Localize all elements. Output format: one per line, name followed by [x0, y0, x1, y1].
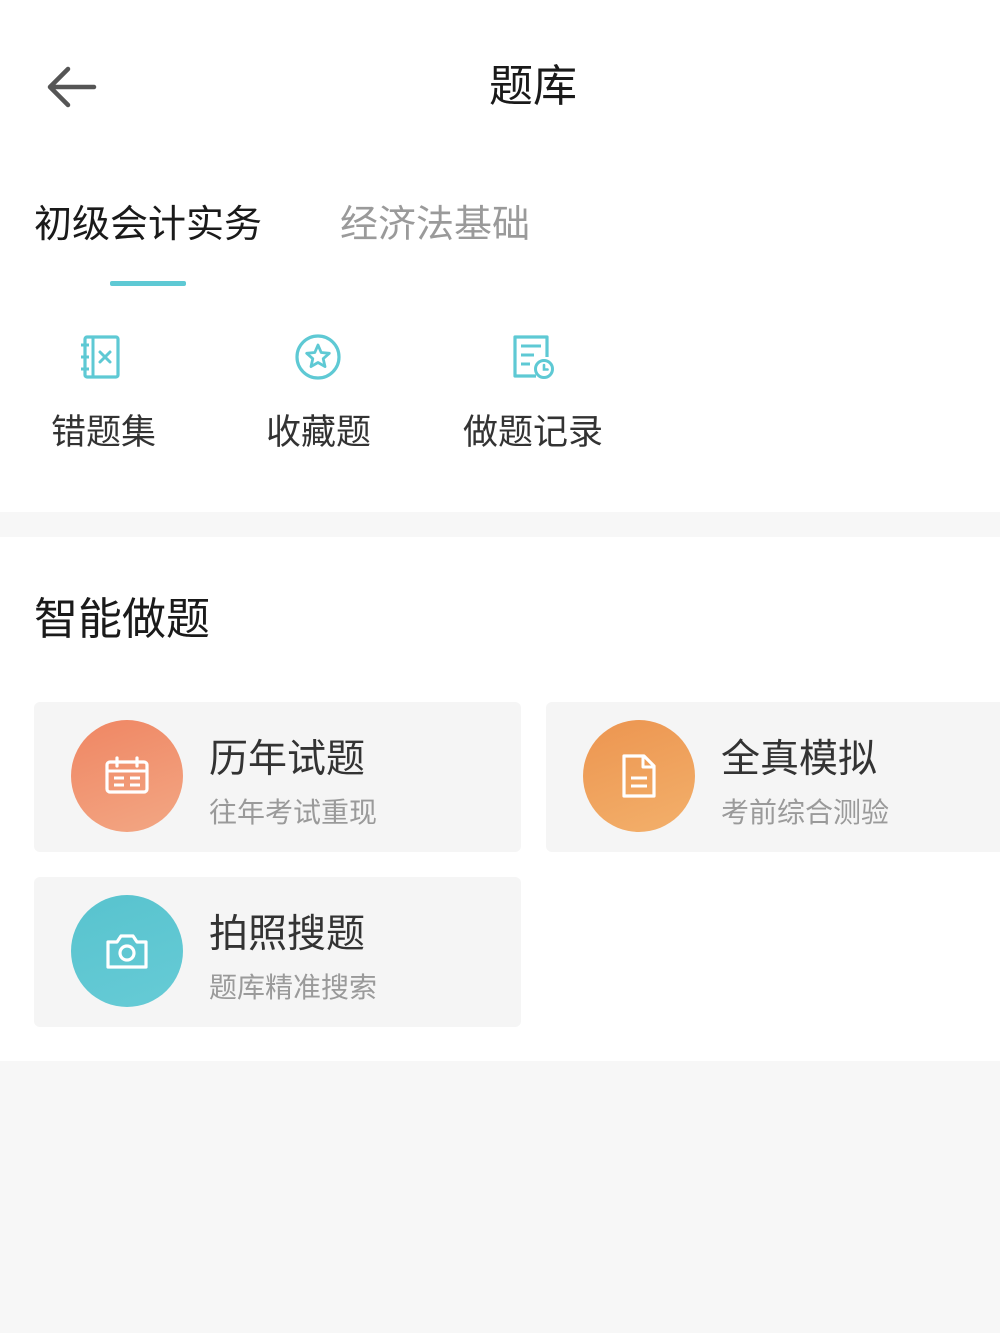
shortcut-label: 错题集	[51, 413, 157, 453]
card-icon-circle	[583, 720, 695, 832]
card-icon-circle	[71, 895, 183, 1007]
card-title: 全真模拟	[721, 737, 878, 782]
page-title: 题库	[489, 61, 577, 112]
card-full-mock-exam[interactable]: 全真模拟 考前综合测验	[546, 702, 1000, 852]
top-panel: 题库 初级会计实务 经济法基础 错题集 收藏题 做题记录	[0, 0, 1000, 512]
card-past-exams[interactable]: 历年试题 往年考试重现	[34, 702, 521, 852]
record-clock-icon	[513, 335, 554, 379]
calendar-icon	[105, 756, 149, 794]
card-photo-search[interactable]: 拍照搜题 题库精准搜索	[34, 877, 521, 1027]
card-subtitle: 考前综合测验	[721, 796, 890, 829]
card-icon-circle	[71, 720, 183, 832]
star-circle-icon	[295, 334, 341, 380]
section-title: 智能做题	[34, 594, 210, 645]
shortcut-label: 收藏题	[266, 413, 372, 453]
smart-practice-section: 智能做题 历年试题 往年考试重现 全真模拟 考前综合测验 拍照搜题 题库精准搜索	[0, 537, 1000, 1061]
wrong-notebook-icon	[81, 335, 120, 379]
shortcut-wrong-questions[interactable]: 错题集	[34, 325, 174, 465]
document-icon	[622, 754, 656, 798]
shortcut-practice-records[interactable]: 做题记录	[460, 325, 620, 465]
card-title: 拍照搜题	[209, 912, 366, 957]
tab-economic-law-basics[interactable]: 经济法基础	[340, 198, 530, 250]
active-tab-indicator	[110, 281, 186, 286]
shortcut-favorites[interactable]: 收藏题	[250, 325, 390, 465]
tab-junior-accounting-practice[interactable]: 初级会计实务	[34, 198, 262, 250]
card-subtitle: 往年考试重现	[209, 796, 378, 829]
shortcut-label: 做题记录	[463, 413, 604, 453]
camera-icon	[106, 934, 148, 969]
card-subtitle: 题库精准搜索	[209, 971, 378, 1004]
card-title: 历年试题	[209, 737, 366, 782]
